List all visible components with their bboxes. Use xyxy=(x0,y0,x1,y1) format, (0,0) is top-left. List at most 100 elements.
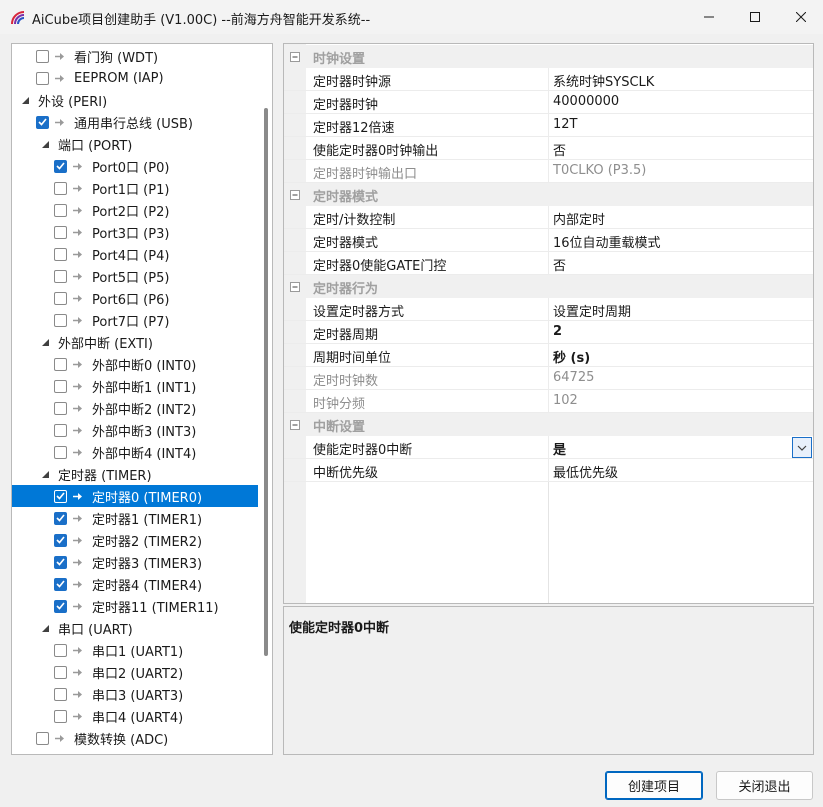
checkbox[interactable] xyxy=(54,225,67,239)
tree-item-port7-p7[interactable]: Port7口 (P7) xyxy=(12,309,258,331)
tree-item-port1-p1[interactable]: Port1口 (P1) xyxy=(12,177,258,199)
checkbox[interactable] xyxy=(54,181,67,195)
tree-scrollbar[interactable] xyxy=(264,108,268,656)
collapse-icon[interactable] xyxy=(290,419,300,430)
grid-property-row[interactable]: 定时器时钟输出口 T0CLKO (P3.5) xyxy=(284,160,813,183)
property-value[interactable]: 40000000 xyxy=(553,94,619,109)
tree-item-2-uart2[interactable]: 串口2 (UART2) xyxy=(12,661,258,683)
tree-item-1-uart1[interactable]: 串口1 (UART1) xyxy=(12,639,258,661)
property-value[interactable]: 否 xyxy=(553,255,566,274)
maximize-button[interactable] xyxy=(732,0,778,34)
grid-property-row[interactable]: 时钟分频 102 xyxy=(284,390,813,413)
grid-category[interactable]: 中断设置 xyxy=(284,413,813,436)
collapse-icon[interactable] xyxy=(290,189,300,200)
property-value[interactable]: 最低优先级 xyxy=(553,462,618,481)
checkbox[interactable] xyxy=(54,643,67,657)
checkbox[interactable] xyxy=(54,665,67,679)
tree-item-port2-p2[interactable]: Port2口 (P2) xyxy=(12,199,258,221)
grid-property-row[interactable]: 周期时间单位 秒 (s) xyxy=(284,344,813,367)
grid-property-row[interactable]: 设置定时器方式 设置定时周期 xyxy=(284,298,813,321)
grid-property-row[interactable]: 定时器12倍速 12T xyxy=(284,114,813,137)
property-value[interactable]: T0CLKO (P3.5) xyxy=(553,163,646,178)
grid-property-row[interactable]: 定时器时钟源 系统时钟SYSCLK xyxy=(284,68,813,91)
checkbox[interactable] xyxy=(54,489,67,503)
expand-triangle-icon[interactable] xyxy=(40,337,50,347)
property-value[interactable]: 系统时钟SYSCLK xyxy=(553,71,654,90)
tree-item-port3-p3[interactable]: Port3口 (P3) xyxy=(12,221,258,243)
tree-item-2-int2[interactable]: 外部中断2 (INT2) xyxy=(12,397,258,419)
grid-category[interactable]: 定时器行为 xyxy=(284,275,813,298)
tree-item-3-int3[interactable]: 外部中断3 (INT3) xyxy=(12,419,258,441)
property-value[interactable]: 内部定时 xyxy=(553,209,605,228)
expand-triangle-icon[interactable] xyxy=(40,469,50,479)
checkbox[interactable] xyxy=(54,247,67,261)
checkbox[interactable] xyxy=(36,731,49,745)
tree-item-1-timer1[interactable]: 定时器1 (TIMER1) xyxy=(12,507,258,529)
tree-item-0-timer0[interactable]: 定时器0 (TIMER0) xyxy=(12,485,258,507)
minimize-button[interactable] xyxy=(686,0,732,34)
grid-property-row[interactable]: 定时器周期 2 xyxy=(284,321,813,344)
tree-item-3-timer3[interactable]: 定时器3 (TIMER3) xyxy=(12,551,258,573)
checkbox[interactable] xyxy=(36,71,49,85)
checkbox[interactable] xyxy=(54,291,67,305)
property-value[interactable]: 2 xyxy=(553,324,562,339)
tree-item-1-int1[interactable]: 外部中断1 (INT1) xyxy=(12,375,258,397)
tree-group-timer[interactable]: 定时器 (TIMER) xyxy=(12,463,258,485)
tree-group-port[interactable]: 端口 (PORT) xyxy=(12,133,258,155)
close-exit-button[interactable]: 关闭退出 xyxy=(716,771,813,800)
dropdown-button[interactable] xyxy=(792,437,812,458)
checkbox[interactable] xyxy=(54,577,67,591)
tree-item-11-timer11[interactable]: 定时器11 (TIMER11) xyxy=(12,595,258,617)
checkbox[interactable] xyxy=(54,599,67,613)
checkbox[interactable] xyxy=(54,445,67,459)
checkbox[interactable] xyxy=(54,159,67,173)
property-value[interactable]: 设置定时周期 xyxy=(553,301,631,320)
close-button[interactable] xyxy=(778,0,823,34)
property-value[interactable]: 16位自动重载模式 xyxy=(553,232,661,251)
expand-triangle-icon[interactable] xyxy=(40,139,50,149)
property-value[interactable]: 64725 xyxy=(553,370,594,385)
tree-group-peri[interactable]: 外设 (PERI) xyxy=(12,89,258,111)
expand-triangle-icon[interactable] xyxy=(40,623,50,633)
grid-property-row[interactable]: 使能定时器0中断 是 xyxy=(284,436,813,459)
property-grid[interactable]: 时钟设置 定时器时钟源 系统时钟SYSCLK 定时器时钟 40000000 定时器12倍速… xyxy=(283,43,814,604)
create-project-button[interactable]: 创建项目 xyxy=(605,771,703,800)
checkbox[interactable] xyxy=(54,401,67,415)
grid-property-row[interactable]: 定时时钟数 64725 xyxy=(284,367,813,390)
tree-item-wdt[interactable]: 看门狗 (WDT) xyxy=(12,45,258,67)
checkbox[interactable] xyxy=(54,313,67,327)
grid-property-row[interactable]: 中断优先级 最低优先级 xyxy=(284,459,813,482)
checkbox[interactable] xyxy=(54,709,67,723)
property-value[interactable]: 秒 (s) xyxy=(553,347,590,366)
collapse-icon[interactable] xyxy=(290,51,300,62)
tree-item-port6-p6[interactable]: Port6口 (P6) xyxy=(12,287,258,309)
module-tree[interactable]: 看门狗 (WDT) EEPROM (IAP) 外设 (PERI) 通用串行总线 (US… xyxy=(11,43,273,755)
property-value[interactable]: 12T xyxy=(553,117,577,132)
grid-category[interactable]: 定时器模式 xyxy=(284,183,813,206)
grid-property-row[interactable]: 使能定时器0时钟输出 否 xyxy=(284,137,813,160)
checkbox[interactable] xyxy=(54,687,67,701)
property-value[interactable]: 否 xyxy=(553,140,566,159)
checkbox[interactable] xyxy=(54,533,67,547)
tree-group-uart[interactable]: 串口 (UART) xyxy=(12,617,258,639)
grid-property-row[interactable]: 定时/计数控制 内部定时 xyxy=(284,206,813,229)
checkbox[interactable] xyxy=(54,379,67,393)
tree-item-port4-p4[interactable]: Port4口 (P4) xyxy=(12,243,258,265)
checkbox[interactable] xyxy=(36,115,49,129)
tree-item-3-uart3[interactable]: 串口3 (UART3) xyxy=(12,683,258,705)
tree-item-4-timer4[interactable]: 定时器4 (TIMER4) xyxy=(12,573,258,595)
checkbox[interactable] xyxy=(54,423,67,437)
tree-item-port0-p0[interactable]: Port0口 (P0) xyxy=(12,155,258,177)
checkbox[interactable] xyxy=(36,49,49,63)
tree-item-4-int4[interactable]: 外部中断4 (INT4) xyxy=(12,441,258,463)
grid-property-row[interactable]: 定时器时钟 40000000 xyxy=(284,91,813,114)
tree-item-4-uart4[interactable]: 串口4 (UART4) xyxy=(12,705,258,727)
tree-item-0-int0[interactable]: 外部中断0 (INT0) xyxy=(12,353,258,375)
collapse-icon[interactable] xyxy=(290,281,300,292)
tree-item-eeprom-iap[interactable]: EEPROM (IAP) xyxy=(12,67,258,89)
tree-item-2-timer2[interactable]: 定时器2 (TIMER2) xyxy=(12,529,258,551)
property-value[interactable]: 102 xyxy=(553,393,578,408)
checkbox[interactable] xyxy=(54,555,67,569)
tree-group-exti[interactable]: 外部中断 (EXTI) xyxy=(12,331,258,353)
grid-category[interactable]: 时钟设置 xyxy=(284,45,813,68)
